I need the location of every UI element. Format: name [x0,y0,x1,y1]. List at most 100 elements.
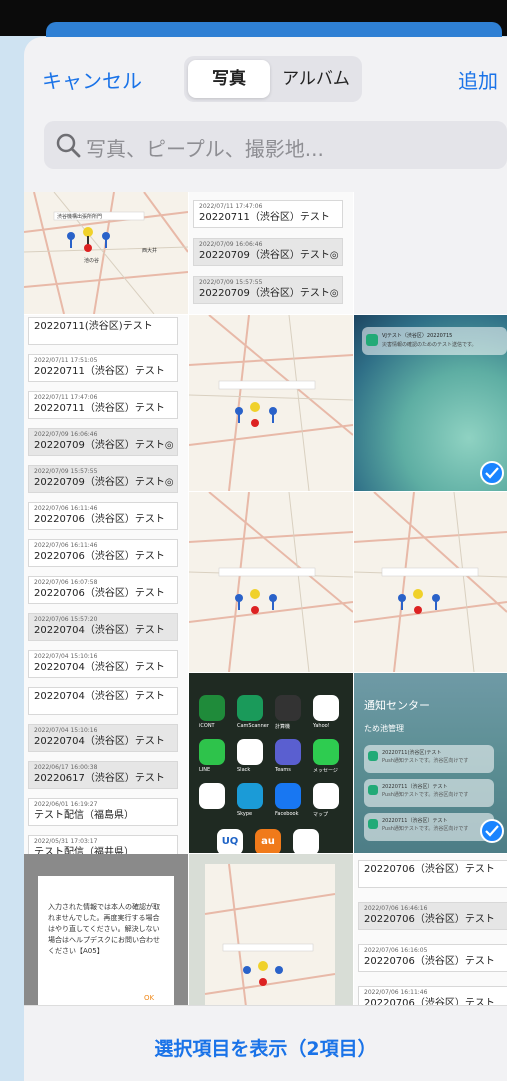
show-selected-button[interactable]: 選択項目を表示（2項目） [24,1034,507,1061]
list-item: 2022/07/11 17:47:06 20220711（渋谷区）テスト [193,200,343,228]
list-item: 2022/07/04 15:10:16 20220704（渋谷区）テスト [28,650,178,678]
app-label: Skype [237,811,253,817]
list-item: 2022/07/09 16:06:46 20220709（渋谷区）テスト◎ [28,428,178,456]
photo-thumbnail[interactable] [354,492,507,672]
list-item: 2022/06/17 16:00:38 20220617（渋谷区）テスト [28,761,178,789]
app-icon [275,695,301,721]
photo-thumbnail[interactable] [189,315,353,491]
picker-nav-bar: キャンセル 写真 アルバム 追加 [24,37,507,117]
list-item: 2022/07/06 15:57:20 20220704（渋谷区）テスト [28,613,178,641]
list-item: 2022/06/01 16:19:27 テスト配信（福島県） [28,798,178,826]
notification-card: 20220711（渋谷区）テスト Push通知テストです。渋谷区向けです [364,779,494,807]
app-icon [368,785,378,795]
photo-thumbnail[interactable]: iCONT CamScanner 計算機 Yahoo! LINE Slack Teams メッ… [189,673,353,853]
photo-grid: 渋谷機構出張所所門 池の谷 西大井 2022/07/11 17:47:06 202… [24,192,507,1042]
photo-thumbnail-selected[interactable]: VJテスト（渋谷区）20220715 災害情報の確認のためのテスト送信です。 [354,315,507,491]
notification-title: VJテスト（渋谷区）20220715 [382,333,453,339]
photo-thumbnail[interactable]: 2022/07/11 17:47:06 20220711（渋谷区）テスト 2022/… [189,192,353,314]
notification-body: Push通知テストです。渋谷区向けです [382,792,469,798]
list-item-timestamp: 2022/07/04 15:10:16 [34,727,98,734]
list-item-timestamp: 2022/06/01 16:19:27 [34,801,98,808]
app-icon [313,739,339,765]
list-item-title: 20220704（渋谷区）テスト [34,691,165,702]
list-item-title: 20220706（渋谷区）テスト [364,914,495,925]
photo-thumbnail[interactable]: 20220711(渋谷区)テスト 2022/07/11 17:51:05 20220… [24,315,188,872]
list-item: 2022/07/09 15:57:55 20220709（渋谷区）テスト◎ [28,465,178,493]
list-item: 20220706（渋谷区）テスト [358,860,507,888]
add-button[interactable]: 追加 [458,65,498,94]
cancel-button[interactable]: キャンセル [42,65,142,94]
app-label: Yahoo! [313,723,330,729]
app-icon [368,819,378,829]
map-place-label: 池の谷 [84,257,99,264]
notification-body: Push通知テストです。渋谷区向けです [382,826,469,832]
list-item-title: 20220711（渋谷区）テスト [34,366,165,377]
app-label: 計算機 [275,724,291,730]
list-item-title: 20220709（渋谷区）テスト◎ [34,477,174,488]
list-item-title: 20220704（渋谷区）テスト [34,736,165,747]
list-item-timestamp: 2022/06/17 16:00:38 [34,764,98,771]
photo-thumbnail[interactable]: 渋谷機構出張所所門 池の谷 西大井 [24,192,188,314]
list-item-timestamp: 2022/07/06 15:57:20 [34,616,98,623]
app-label: マップ [313,812,329,818]
app-label: Facebook [275,811,299,817]
error-dialog-ok: OK [144,994,155,1002]
list-item-title: 20220706（渋谷区）テスト [364,864,495,875]
dock-app-icon [293,829,319,853]
app-icon [275,739,301,765]
list-item-timestamp: 2022/07/11 17:47:06 [34,394,98,401]
list-item-title: 20220617（渋谷区）テスト [34,773,165,784]
photo-thumbnail-empty [354,192,507,314]
list-item: 2022/07/09 16:06:46 20220709（渋谷区）テスト◎ [193,238,343,266]
list-item-title: 20220706（渋谷区）テスト [34,588,165,599]
app-icon [275,783,301,809]
list-item-title: 20220711(渋谷区)テスト [34,321,153,332]
notification-body: Push通知テストです。渋谷区向けです [382,758,469,764]
notification-title: 20220711（渋谷区）テスト [382,818,448,824]
list-item-title: 20220709（渋谷区）テスト◎ [34,440,174,451]
list-item: 2022/07/11 17:47:06 20220711（渋谷区）テスト [28,391,178,419]
tab-photos[interactable]: 写真 [188,60,270,98]
app-icon [237,783,263,809]
app-icon [199,695,225,721]
list-item-timestamp: 2022/05/31 17:03:17 [34,838,98,845]
app-label: LINE [199,767,211,773]
notification-banner: VJテスト（渋谷区）20220715 災害情報の確認のためのテスト送信です。 [362,327,507,355]
photo-picker-sheet: キャンセル 写真 アルバム 追加 写真、ピープル、撮影地... 渋谷機構出張所所… [24,37,507,1081]
list-item: 20220704（渋谷区）テスト [28,687,178,715]
photo-thumbnail-selected[interactable]: 通知センター ため池管理 20220711(渋谷区)テスト Push通知テストです… [354,673,507,853]
map-header-label: 渋谷機構出張所所門 [57,213,102,220]
app-icon [368,751,378,761]
list-item-timestamp: 2022/07/04 15:10:16 [34,653,98,660]
list-item: 2022/07/09 15:57:55 20220709（渋谷区）テスト◎ [193,276,343,304]
notification-card: 20220711(渋谷区)テスト Push通知テストです。渋谷区向けです [364,745,494,773]
notification-title: 20220711（渋谷区）テスト [382,784,448,790]
search-field[interactable]: 写真、ピープル、撮影地... [44,121,507,169]
list-item-title: 20220704（渋谷区）テスト [34,662,165,673]
list-item: 2022/07/06 16:11:46 20220706（渋谷区）テスト [28,539,178,567]
list-item: 20220711(渋谷区)テスト [28,317,178,345]
list-item: 2022/07/06 16:07:58 20220706（渋谷区）テスト [28,576,178,604]
photo-thumbnail[interactable] [189,492,353,672]
list-item: 2022/07/04 15:10:16 20220704（渋谷区）テスト [28,724,178,752]
notification-center-title: 通知センター [364,699,430,712]
app-icon [199,783,225,809]
list-item-timestamp: 2022/07/06 16:11:46 [34,542,98,549]
list-item: 2022/07/06 16:46:16 20220706（渋谷区）テスト [358,902,507,930]
list-item: 2022/07/11 17:51:05 20220711（渋谷区）テスト [28,354,178,382]
app-label: iCONT [199,723,215,729]
error-dialog-text: 入力された情報では本人の確認が取れませんでした。再度実行する場合はやり直してくだ… [48,903,160,955]
list-item-title: 20220711（渋谷区）テスト [34,403,165,414]
search-icon [56,133,81,158]
notification-title: 20220711(渋谷区)テスト [382,750,442,756]
selected-check-icon [480,819,504,843]
list-item-title: 20220704（渋谷区）テスト [34,625,165,636]
list-item-timestamp: 2022/07/06 16:07:58 [34,579,98,586]
notification-body: 災害情報の確認のためのテスト送信です。 [382,342,477,348]
dock-app-icon: au [255,829,281,853]
list-item-title: 20220709（渋谷区）テスト◎ [199,288,339,299]
app-icon [237,695,263,721]
tab-albums[interactable]: アルバム [274,60,358,98]
list-item-timestamp: 2022/07/06 16:16:05 [364,947,428,954]
app-label: CamScanner [237,723,269,729]
